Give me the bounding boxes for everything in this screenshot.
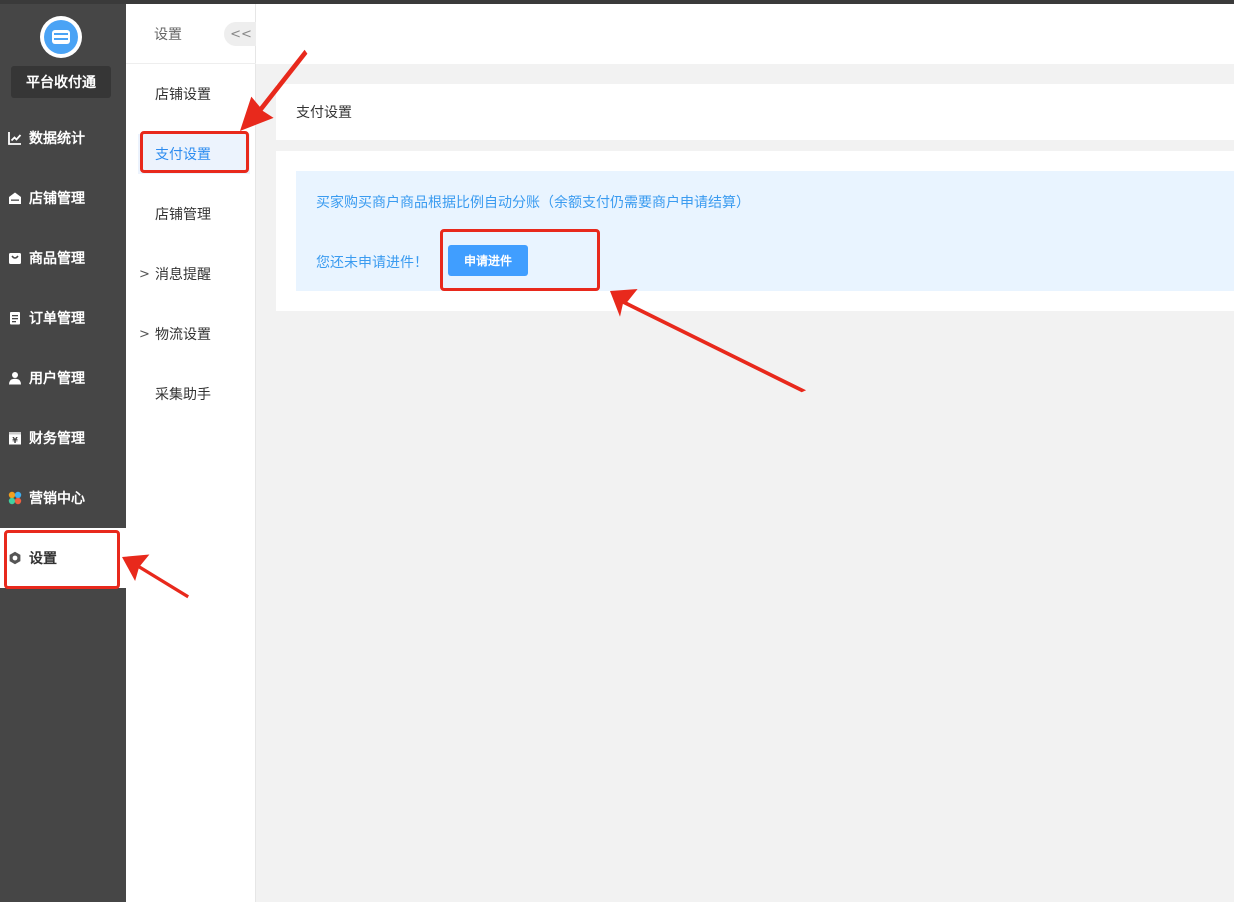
- collapse-button[interactable]: <<: [224, 22, 258, 46]
- brand-name: 平台收付通: [11, 66, 111, 98]
- subnav-item-label: 店铺设置: [155, 87, 211, 103]
- subnav-item-message-reminders[interactable]: > 消息提醒: [126, 254, 256, 294]
- subnav-header: 设置 <<: [126, 4, 258, 64]
- chevron-right-icon: >: [139, 266, 150, 282]
- subnav-item-label: 物流设置: [155, 327, 211, 343]
- subnav-item-label: 采集助手: [155, 387, 211, 403]
- page-title-bar: 支付设置: [276, 84, 1234, 140]
- nav-item-label: 商品管理: [29, 251, 85, 267]
- user-icon: [8, 371, 22, 385]
- nav-item-label: 数据统计: [29, 131, 85, 147]
- main-top-bar: [256, 4, 1234, 64]
- chart-line-icon: [8, 131, 22, 145]
- notice-text: 买家购买商户商品根据比例自动分账（余额支付仍需要商户申请结算）: [316, 195, 750, 211]
- nav-item-order-management[interactable]: 订单管理: [0, 288, 126, 348]
- bag-icon: [8, 251, 22, 265]
- subnav-item-collection-assistant[interactable]: 采集助手: [126, 374, 256, 414]
- status-text: 您还未申请进件！: [316, 255, 428, 271]
- nav-item-marketing-center[interactable]: 营销中心: [0, 468, 126, 528]
- nav-item-label: 订单管理: [29, 311, 85, 327]
- nav-item-store-management[interactable]: 店铺管理: [0, 168, 126, 228]
- main-sidebar: 平台收付通 数据统计 店铺管理 商品管理 订单管理 用户管理 ¥ 财务管理 营销…: [0, 4, 126, 902]
- page-title: 支付设置: [296, 105, 352, 121]
- subnav-item-label: 消息提醒: [155, 267, 211, 283]
- nav-item-label: 用户管理: [29, 371, 85, 387]
- payment-settings-card: 买家购买商户商品根据比例自动分账（余额支付仍需要商户申请结算） 您还未申请进件！…: [276, 151, 1234, 311]
- subnav-item-logistics-settings[interactable]: > 物流设置: [126, 314, 256, 354]
- marketing-icon: [8, 491, 22, 505]
- nav-item-user-management[interactable]: 用户管理: [0, 348, 126, 408]
- highlight-box: [4, 530, 120, 589]
- highlight-box: [440, 229, 600, 291]
- svg-text:¥: ¥: [12, 436, 18, 445]
- subnav-title: 设置: [154, 27, 182, 43]
- subnav-item-label: 店铺管理: [155, 207, 211, 223]
- chevron-right-icon: >: [139, 326, 150, 342]
- logo: [40, 16, 82, 58]
- nav-item-data-stats[interactable]: 数据统计: [0, 108, 126, 168]
- yen-icon: ¥: [8, 431, 22, 445]
- clipboard-icon: [8, 311, 22, 325]
- subnav-item-store-settings[interactable]: 店铺设置: [126, 74, 256, 114]
- notice-box: 买家购买商户商品根据比例自动分账（余额支付仍需要商户申请结算） 您还未申请进件！…: [296, 171, 1234, 291]
- nav-item-product-management[interactable]: 商品管理: [0, 228, 126, 288]
- nav-item-label: 营销中心: [29, 491, 85, 507]
- nav-item-label: 店铺管理: [29, 191, 85, 207]
- nav-item-label: 财务管理: [29, 431, 85, 447]
- store-icon: [8, 191, 22, 205]
- nav-item-finance-management[interactable]: ¥ 财务管理: [0, 408, 126, 468]
- subnav-item-store-management[interactable]: 店铺管理: [126, 194, 256, 234]
- store-logo-icon: [44, 20, 78, 54]
- highlight-box: [140, 131, 249, 173]
